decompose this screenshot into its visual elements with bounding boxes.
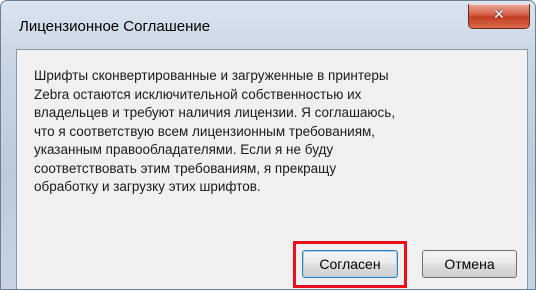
license-dialog: Лицензионное Соглашение ✕ Шрифты сконвер… bbox=[0, 0, 536, 290]
close-icon: ✕ bbox=[493, 7, 505, 23]
message-line: соответствовать этим требованиям, я прек… bbox=[34, 160, 337, 176]
dialog-title: Лицензионное Соглашение bbox=[19, 18, 211, 35]
message-line: обработку и загрузку этих шрифтов. bbox=[34, 179, 261, 194]
close-button[interactable]: ✕ bbox=[468, 4, 530, 29]
dialog-content: Шрифты сконвертированные и загруженные в… bbox=[16, 49, 528, 289]
message-line: что я соответствую всем лицензионным тре… bbox=[34, 123, 376, 139]
agree-button[interactable]: Согласен bbox=[302, 250, 398, 278]
message-line: указанным правообладателями. Если я не б… bbox=[34, 142, 334, 157]
message-line: владельцев и требуют наличия лицензии. Я… bbox=[34, 105, 396, 120]
message-line: Шрифты сконвертированные и загруженные в… bbox=[34, 68, 389, 83]
message-line: Zebra остаются исключительной собственно… bbox=[34, 86, 362, 102]
license-message: Шрифты сконвертированные и загруженные в… bbox=[34, 67, 522, 197]
cancel-button[interactable]: Отмена bbox=[422, 250, 517, 278]
